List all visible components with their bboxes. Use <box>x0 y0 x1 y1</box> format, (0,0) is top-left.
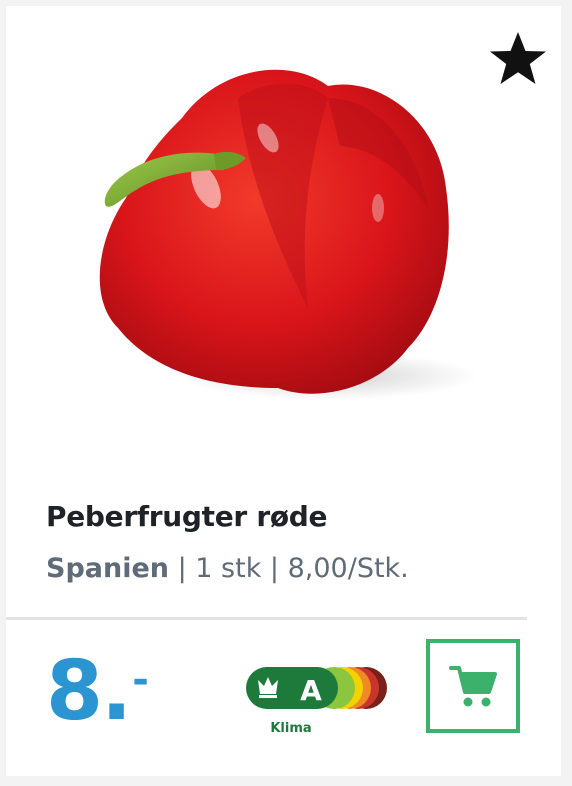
product-details: Spanien | 1 stk | 8,00/Stk. <box>46 553 409 584</box>
separator: | <box>169 553 196 584</box>
favorite-button[interactable] <box>486 28 550 92</box>
divider <box>6 617 527 620</box>
klima-label: A Klima <box>246 667 387 736</box>
product-image <box>99 69 478 400</box>
product-origin: Spanien <box>46 553 170 584</box>
product-title[interactable]: Peberfrugter røde <box>46 500 328 533</box>
klima-grade: A <box>300 674 322 707</box>
cart-icon <box>449 666 497 707</box>
star-icon <box>490 32 546 84</box>
product-unit-price: 8,00/Stk. <box>287 553 409 584</box>
price: 8. - <box>46 642 149 742</box>
price-integer: 8. <box>46 644 132 739</box>
separator: | <box>261 553 288 584</box>
add-to-cart-button[interactable] <box>426 639 520 733</box>
klima-text: Klima <box>270 721 311 736</box>
product-quantity: 1 stk <box>195 553 262 584</box>
price-decimal: - <box>132 657 149 703</box>
product-card[interactable]: Peberfrugter røde Spanien | 1 stk | 8,00… <box>6 6 561 776</box>
